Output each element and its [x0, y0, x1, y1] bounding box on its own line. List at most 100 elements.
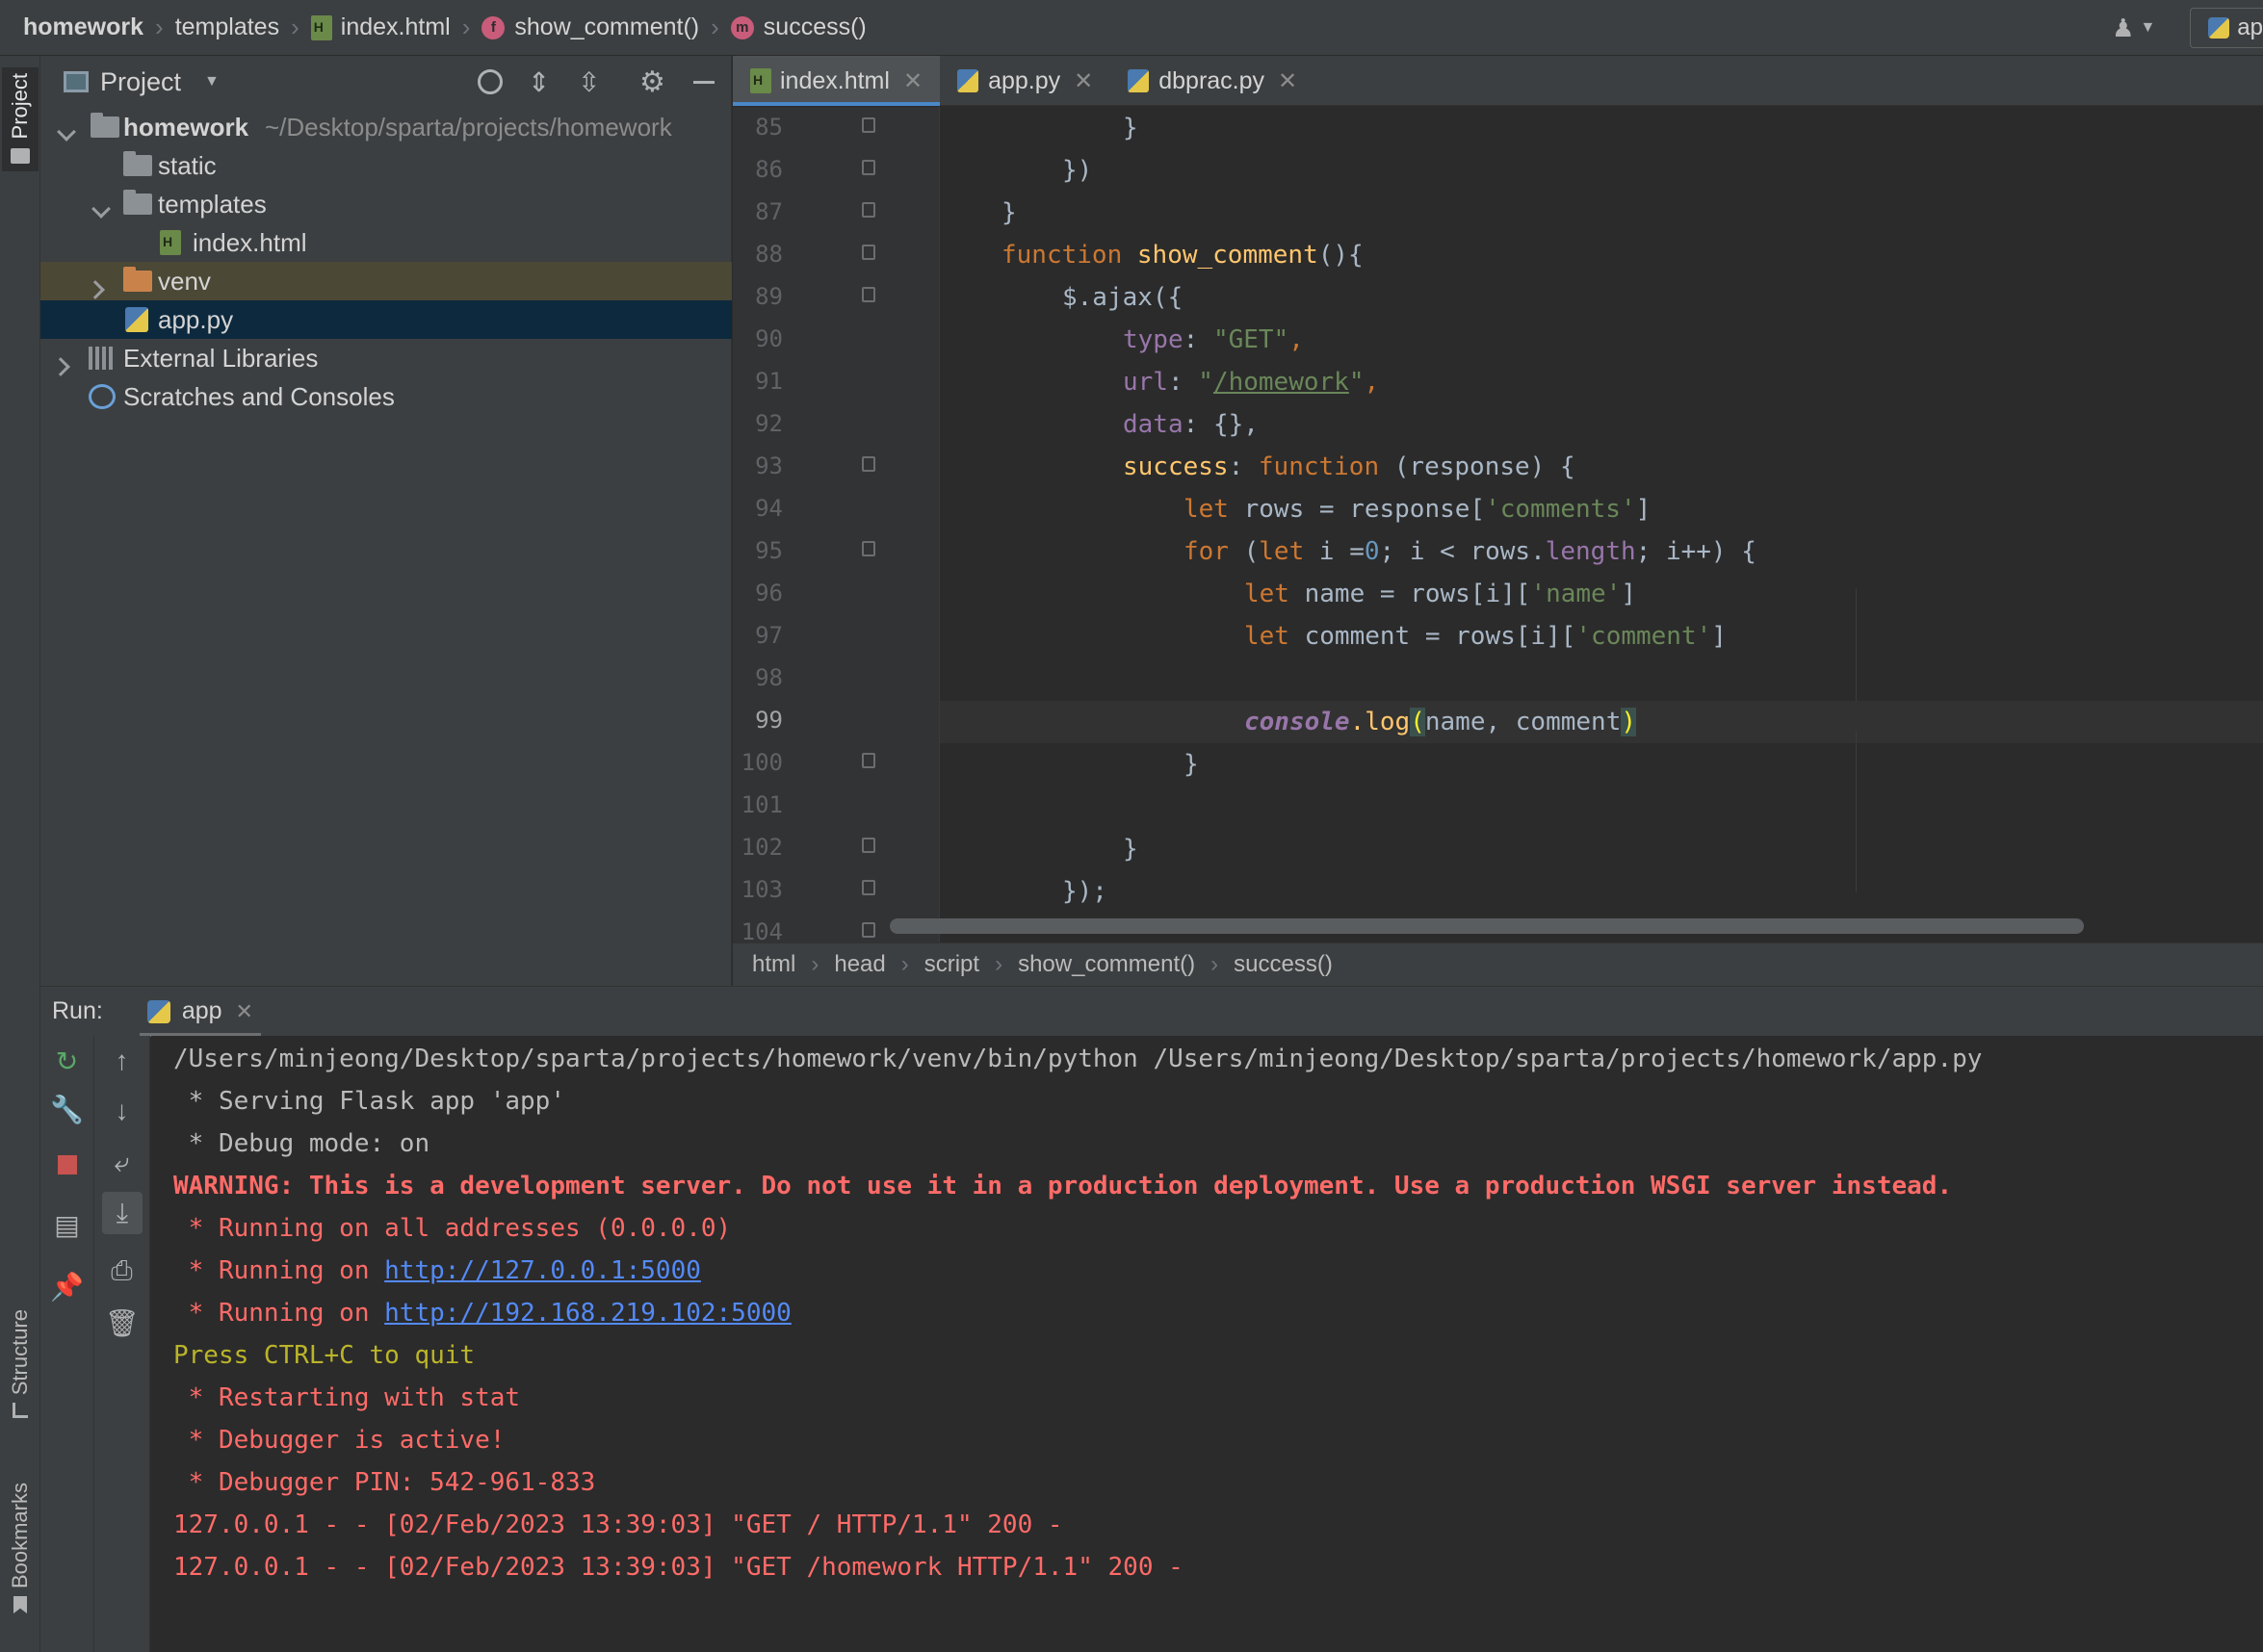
line-number[interactable]: 95	[733, 537, 783, 564]
line-number[interactable]: 94	[733, 495, 783, 522]
trash-icon[interactable]: 🗑	[94, 1302, 149, 1344]
line-number[interactable]: 89	[733, 283, 783, 310]
scroll-to-end-icon[interactable]: ⤓	[102, 1192, 143, 1234]
tab-dbprac-py[interactable]: dbprac.py ✕	[1110, 56, 1314, 106]
structure-tool-tab[interactable]: Structure	[2, 1309, 39, 1419]
rerun-icon[interactable]: ↻	[40, 1040, 93, 1082]
fold-marker[interactable]	[862, 117, 875, 133]
nav-crumb-templates[interactable]: templates	[175, 13, 279, 41]
tree-item-venv[interactable]: venv	[40, 262, 732, 300]
close-icon[interactable]: ✕	[903, 67, 923, 95]
line-number[interactable]: 102	[733, 834, 783, 861]
fold-marker[interactable]	[862, 753, 875, 768]
console-url-link[interactable]: http://127.0.0.1:5000	[384, 1256, 701, 1285]
user-icon[interactable]: ♟ ▼	[2112, 13, 2155, 43]
line-number[interactable]: 103	[733, 876, 783, 903]
collapse-all-icon[interactable]: ⇳	[578, 66, 600, 98]
gear-icon[interactable]: ⚙	[639, 65, 665, 99]
arrow-down-icon[interactable]: ↓	[94, 1090, 149, 1132]
tree-item-app-py[interactable]: app.py	[40, 300, 732, 339]
chevron-down-icon[interactable]	[91, 193, 111, 222]
project-tool-tab[interactable]: Project	[2, 67, 39, 172]
close-icon[interactable]: ✕	[1278, 67, 1297, 95]
line-number[interactable]: 90	[733, 325, 783, 352]
chevron-down-icon[interactable]	[57, 116, 76, 145]
nav-crumb-show-comment[interactable]: f show_comment()	[481, 13, 699, 41]
left-tool-strip: Project Structure Bookmarks	[0, 56, 40, 1652]
fold-marker[interactable]	[862, 456, 875, 472]
tree-item-templates[interactable]: templates	[40, 185, 732, 223]
line-number[interactable]: 88	[733, 241, 783, 268]
fold-marker[interactable]	[862, 838, 875, 853]
wrench-icon[interactable]: 🔧	[40, 1088, 93, 1130]
breadcrumb-html[interactable]: html	[752, 951, 795, 978]
nav-crumb-index-html[interactable]: H index.html	[310, 13, 451, 41]
close-icon[interactable]: ✕	[236, 999, 253, 1024]
layout-icon[interactable]: ▤	[40, 1203, 93, 1246]
line-number[interactable]: 98	[733, 664, 783, 691]
close-icon[interactable]: ✕	[1074, 67, 1093, 95]
line-number[interactable]: 91	[733, 368, 783, 395]
chevron-right-icon[interactable]	[86, 273, 105, 303]
fold-marker[interactable]	[862, 922, 875, 938]
line-number[interactable]: 93	[733, 452, 783, 479]
tab-index-html[interactable]: H index.html ✕	[733, 56, 941, 106]
tree-item-label: Scratches and Consoles	[123, 381, 395, 411]
print-icon[interactable]: ⎙	[94, 1250, 149, 1292]
tree-item-external-libraries[interactable]: External Libraries	[40, 339, 732, 377]
project-panel-title[interactable]: Project	[100, 67, 181, 97]
line-number[interactable]: 99	[733, 707, 783, 734]
fold-marker[interactable]	[862, 202, 875, 218]
structure-tool-label: Structure	[8, 1309, 32, 1396]
fold-marker[interactable]	[862, 160, 875, 175]
run-toolbar-secondary: ↑ ↓ ⤶ ⤓ ⎙ 🗑	[94, 1036, 150, 1652]
line-number[interactable]: 92	[733, 410, 783, 437]
html-file-icon: H	[750, 68, 771, 93]
line-number[interactable]: 96	[733, 580, 783, 607]
console-url-link[interactable]: http://192.168.219.102:5000	[384, 1299, 792, 1328]
tab-app-py[interactable]: app.py ✕	[940, 56, 1110, 106]
fold-marker[interactable]	[862, 245, 875, 260]
breadcrumb-show-comment[interactable]: show_comment()	[1018, 951, 1195, 978]
breadcrumb-script[interactable]: script	[924, 951, 979, 978]
fold-marker[interactable]	[862, 880, 875, 895]
code-editor[interactable]: 85 86 87 88 89 90 91 92 93 94 95 96 97 98 99 100 101 102 1…	[733, 107, 2263, 942]
line-number[interactable]: 100	[733, 749, 783, 776]
stop-icon[interactable]	[40, 1144, 93, 1186]
breadcrumb-head[interactable]: head	[834, 951, 885, 978]
tree-item-scratches[interactable]: Scratches and Consoles	[40, 377, 732, 416]
editor-tabs: H index.html ✕ app.py ✕ dbprac.py ✕	[733, 56, 2263, 106]
line-number[interactable]: 104	[733, 918, 783, 942]
chevron-right-icon[interactable]	[51, 350, 70, 380]
breadcrumb-success[interactable]: success()	[1234, 951, 1333, 978]
line-number[interactable]: 86	[733, 156, 783, 183]
method-icon: m	[730, 15, 754, 39]
minimize-icon[interactable]	[693, 81, 715, 84]
arrow-up-icon[interactable]: ↑	[94, 1040, 149, 1082]
chevron-down-icon[interactable]: ▼	[204, 73, 220, 90]
tree-item-homework[interactable]: homework ~/Desktop/sparta/projects/homew…	[40, 108, 732, 146]
line-number[interactable]: 85	[733, 114, 783, 141]
tree-item-index-html[interactable]: H index.html	[40, 223, 732, 262]
fold-marker[interactable]	[862, 541, 875, 556]
locate-icon[interactable]	[478, 69, 503, 94]
line-number[interactable]: 97	[733, 622, 783, 649]
fold-marker[interactable]	[862, 287, 875, 302]
console-line: * Debugger PIN: 542-961-833	[173, 1468, 596, 1497]
horizontal-scrollbar[interactable]	[890, 918, 2084, 934]
code-line-103: });	[1062, 877, 1107, 906]
console-output[interactable]: /Users/minjeong/Desktop/sparta/projects/…	[151, 1036, 2263, 1652]
bookmarks-tool-tab[interactable]: Bookmarks	[2, 1483, 39, 1614]
line-number[interactable]: 101	[733, 791, 783, 818]
line-number[interactable]: 87	[733, 198, 783, 225]
pin-icon[interactable]: 📌	[40, 1265, 93, 1307]
nav-crumb-homework[interactable]: homework	[23, 13, 143, 41]
expand-all-icon[interactable]: ⇕	[528, 66, 550, 98]
folder-icon	[123, 190, 152, 215]
chevron-right-icon: ›	[900, 951, 909, 977]
nav-crumb-success[interactable]: m success()	[730, 13, 867, 41]
tree-item-static[interactable]: static	[40, 146, 732, 185]
run-config-selector[interactable]: ap	[2190, 8, 2263, 48]
soft-wrap-icon[interactable]: ⤶	[94, 1142, 149, 1184]
run-tab-app[interactable]: app ✕	[139, 987, 261, 1037]
